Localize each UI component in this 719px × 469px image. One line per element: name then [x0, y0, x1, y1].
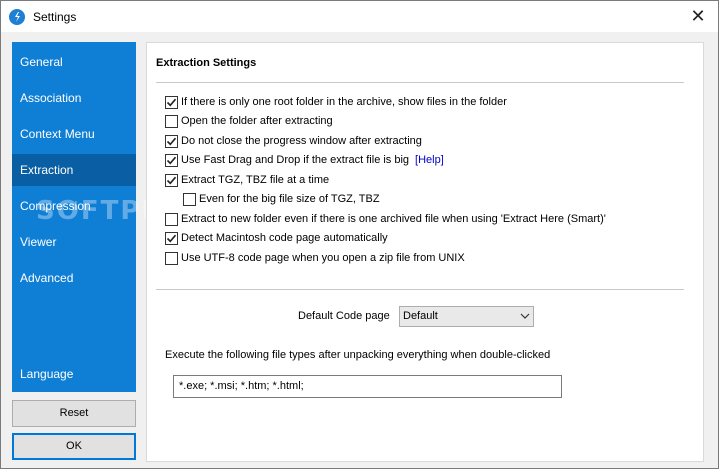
sidebar: General Association Context Menu Extract… [12, 42, 217, 392]
option-extract-new-folder[interactable]: Extract to new folder even if there is o… [165, 211, 606, 227]
option-label: Extract to new folder even if there is o… [181, 213, 606, 225]
checkbox[interactable] [165, 231, 178, 245]
option-big-tgz-tbz[interactable]: Even for the big file size of TGZ, TBZ [183, 191, 380, 207]
option-label: Even for the big file size of TGZ, TBZ [199, 193, 380, 205]
checkbox[interactable] [165, 212, 178, 226]
codepage-value: Default [403, 310, 438, 322]
option-label: Use UTF-8 code page when you open a zip … [181, 252, 465, 264]
option-label: Extract TGZ, TBZ file at a time [181, 174, 330, 186]
option-label: Detect Macintosh code page automatically [181, 232, 388, 244]
checkmark-icon [166, 137, 177, 145]
help-link[interactable]: [Help] [415, 154, 444, 166]
sidebar-item-context-menu[interactable]: Context Menu [12, 118, 136, 150]
reset-button[interactable]: Reset [12, 400, 136, 427]
sidebar-item-general[interactable]: General [12, 46, 136, 78]
checkbox[interactable] [165, 114, 178, 128]
checkbox[interactable] [165, 134, 178, 148]
option-utf8-zip-unix[interactable]: Use UTF-8 code page when you open a zip … [165, 250, 465, 266]
option-keep-progress-window[interactable]: Do not close the progress window after e… [165, 133, 422, 149]
option-show-files-root-folder[interactable]: If there is only one root folder in the … [165, 94, 507, 110]
option-extract-tgz-tbz[interactable]: Extract TGZ, TBZ file at a time [165, 172, 329, 188]
option-open-folder-after-extract[interactable]: Open the folder after extracting [165, 113, 333, 129]
checkmark-icon [166, 156, 177, 164]
chevron-down-icon [520, 313, 530, 319]
option-label: Open the folder after extracting [181, 115, 333, 127]
sidebar-item-association[interactable]: Association [12, 82, 136, 114]
settings-window: Settings ✕ General Association Context M… [0, 0, 719, 469]
option-label: Use Fast Drag and Drop if the extract fi… [181, 154, 410, 166]
exec-label: Execute the following file types after u… [165, 349, 551, 361]
divider [156, 289, 684, 290]
sidebar-item-viewer[interactable]: Viewer [12, 226, 136, 258]
exec-file-types-input[interactable]: *.exe; *.msi; *.htm; *.html; [173, 375, 562, 398]
checkbox[interactable] [165, 153, 178, 167]
checkmark-icon [166, 98, 177, 106]
option-fast-drag-drop[interactable]: Use Fast Drag and Drop if the extract fi… [165, 152, 444, 168]
ok-button[interactable]: OK [12, 433, 136, 460]
checkbox[interactable] [183, 192, 196, 206]
window-title: Settings [33, 10, 77, 24]
checkbox[interactable] [165, 251, 178, 265]
app-icon [9, 9, 25, 25]
sidebar-item-language[interactable]: Language [12, 358, 136, 390]
divider [156, 82, 684, 83]
checkbox[interactable] [165, 173, 178, 187]
sidebar-item-extraction[interactable]: Extraction [12, 154, 136, 186]
sidebar-item-advanced[interactable]: Advanced [12, 262, 136, 294]
checkmark-icon [166, 234, 177, 242]
checkbox[interactable] [165, 95, 178, 109]
codepage-label: Default Code page [298, 310, 390, 322]
option-detect-mac-codepage[interactable]: Detect Macintosh code page automatically [165, 230, 388, 246]
title-bar[interactable]: Settings ✕ [1, 1, 718, 32]
codepage-select[interactable]: Default [399, 306, 534, 327]
section-title: Extraction Settings [156, 57, 257, 69]
checkmark-icon [166, 176, 177, 184]
close-button[interactable]: ✕ [678, 1, 718, 32]
option-label: Do not close the progress window after e… [181, 135, 422, 147]
option-label: If there is only one root folder in the … [181, 96, 507, 108]
extraction-panel: Extraction Settings If there is only one… [146, 42, 704, 462]
